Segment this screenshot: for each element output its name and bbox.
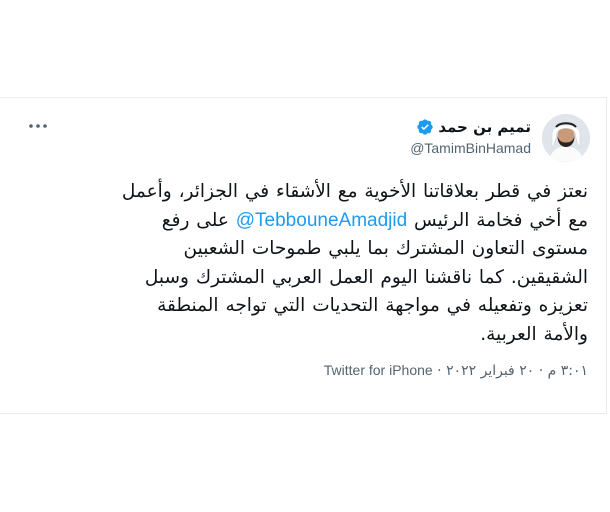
profile-photo (542, 114, 590, 162)
tweet-line: مستوى التعاون المشترك بما يلبي طموحات ال… (183, 238, 588, 259)
mention-link[interactable]: @TebbouneAmadjid (236, 210, 407, 231)
user-handle[interactable]: @TamimBinHamad (410, 140, 531, 156)
tweet-card[interactable]: تميم بن حمد @TamimBinHamad نعتز في قطر ب… (0, 97, 607, 414)
author-block[interactable]: تميم بن حمد @TamimBinHamad (410, 116, 531, 156)
tweet-text: نعتز في قطر بعلاقاتنا الأخوية مع الأشقاء… (20, 178, 588, 349)
display-name[interactable]: تميم بن حمد (438, 118, 531, 136)
tweet-line-with-mention: مع أخي فخامة الرئيس @TebbouneAmadjid على… (20, 207, 588, 236)
tweet-line: تعزيزه وتفعيله في مواجهة التحديات التي ت… (157, 295, 588, 316)
tweet-text-fragment: على رفع (161, 209, 236, 231)
avatar[interactable] (542, 114, 590, 162)
tweet-line: نعتز في قطر بعلاقاتنا الأخوية مع الأشقاء… (121, 181, 588, 202)
tweet-line: والأمة العربية. (480, 323, 588, 345)
name-row: تميم بن حمد (410, 116, 531, 138)
tweet-meta: ٣:٠١ م · ٢٠ فبراير ٢٠٢٢ · Twitter for iP… (324, 362, 588, 379)
tweet-client[interactable]: Twitter for iPhone (324, 362, 433, 378)
tweet-text-fragment: مع أخي فخامة الرئيس (407, 209, 588, 231)
tweet-line: الشقيقين. كما ناقشنا اليوم العمل العربي … (144, 266, 588, 288)
tweet-timestamp[interactable]: ٣:٠١ م · ٢٠ فبراير ٢٠٢٢ · (433, 363, 588, 379)
more-options-icon[interactable] (26, 116, 50, 136)
tweet-header: تميم بن حمد @TamimBinHamad (0, 112, 606, 162)
verified-badge-icon (416, 118, 434, 136)
